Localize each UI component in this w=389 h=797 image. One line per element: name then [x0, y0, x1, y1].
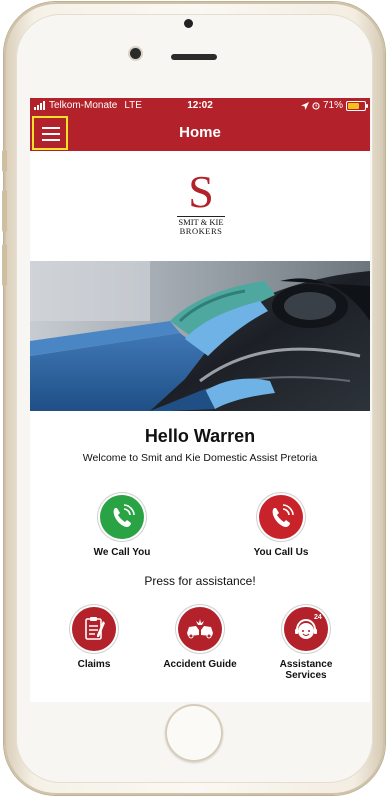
claims-button[interactable]	[72, 607, 116, 651]
camera-icon	[184, 19, 193, 28]
phone-icon	[272, 504, 294, 527]
location-arrow-icon	[300, 101, 309, 110]
badge-24: 24	[314, 614, 322, 621]
welcome-text: Welcome to Smit and Kie Domestic Assist …	[82, 452, 318, 464]
company-logo: S SMIT & KIE BROKERS	[175, 166, 227, 238]
car-crash-icon	[187, 619, 213, 639]
volume-up-button	[2, 190, 7, 232]
front-camera-icon	[130, 48, 141, 59]
clipboard-icon	[85, 617, 105, 640]
assistance-services-label-line2: Services	[285, 670, 327, 681]
logo-line-2: BROKERS	[179, 226, 223, 236]
logo-letter: S	[188, 166, 214, 217]
car-cleaning-photo	[30, 261, 370, 411]
status-bar: Telkom-Monate LTE 12:02 71%	[30, 98, 370, 115]
phone-icon	[113, 504, 135, 527]
press-assistance-text: Press for assistance!	[144, 574, 256, 588]
we-call-you-button[interactable]	[100, 495, 144, 539]
accident-guide-label: Accident Guide	[163, 659, 237, 670]
alarm-icon	[312, 101, 320, 110]
nav-bar: Home	[30, 115, 370, 151]
you-call-us-label: You Call Us	[253, 547, 309, 558]
hero-image	[30, 261, 370, 411]
assistance-services-button[interactable]: 24	[284, 607, 328, 651]
claims-label: Claims	[77, 659, 111, 670]
status-right: 71%	[300, 100, 368, 111]
assistance-services-label: Assistance Services	[256, 659, 356, 681]
you-call-us-button[interactable]	[259, 495, 303, 539]
volume-down-button	[2, 244, 7, 286]
assistance-services-label-line1: Assistance	[279, 659, 333, 670]
earpiece-speaker	[171, 54, 217, 60]
battery-percent: 71%	[322, 100, 343, 111]
support-agent-24-icon: 24	[295, 614, 322, 639]
home-button[interactable]	[165, 704, 223, 762]
page-title: Home	[179, 124, 221, 141]
mute-switch	[2, 150, 7, 172]
battery-icon	[346, 100, 368, 111]
accident-guide-button[interactable]	[178, 607, 222, 651]
greeting-heading: Hello Warren	[144, 426, 256, 446]
we-call-you-label: We Call You	[93, 547, 151, 558]
app-screen: Telkom-Monate LTE 12:02 71% Home S SMIT …	[30, 98, 370, 702]
